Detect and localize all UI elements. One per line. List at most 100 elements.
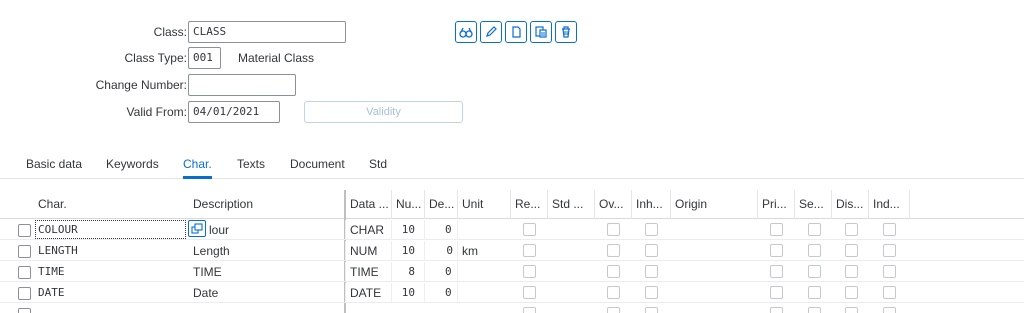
table-row: TIME TIME TIME 8 0	[0, 262, 1024, 282]
cell-char[interactable]: TIME	[34, 262, 188, 282]
cell-unit[interactable]	[457, 283, 510, 303]
chk-inh[interactable]	[645, 286, 658, 299]
chk-dis[interactable]	[845, 244, 858, 257]
tab-texts[interactable]: Texts	[237, 157, 265, 171]
row-selector[interactable]	[18, 245, 31, 258]
cell-data-type[interactable]: NUM	[345, 241, 391, 261]
display-icon	[459, 27, 473, 38]
chk-pri[interactable]	[770, 265, 783, 278]
chk-inh[interactable]	[645, 223, 658, 236]
chk-dis[interactable]	[845, 286, 858, 299]
row-selector[interactable]	[18, 266, 31, 279]
col-pri[interactable]: Pri...	[757, 190, 794, 219]
row-selector[interactable]	[18, 308, 31, 313]
chk-ov[interactable]	[607, 244, 620, 257]
col-unit[interactable]: Unit	[457, 190, 510, 219]
cell-description[interactable]: lour	[189, 220, 344, 240]
chk-re[interactable]	[523, 307, 536, 313]
chk-re[interactable]	[523, 265, 536, 278]
table-row: DATE Date DATE 10 0	[0, 283, 1024, 303]
chk-inh[interactable]	[645, 265, 658, 278]
chk-re[interactable]	[523, 286, 536, 299]
valid-from-field[interactable]: 04/01/2021	[188, 101, 280, 123]
cell-unit[interactable]: km	[457, 241, 510, 261]
chk-ov[interactable]	[607, 286, 620, 299]
chk-inh[interactable]	[645, 244, 658, 257]
chk-se[interactable]	[808, 265, 821, 278]
chk-se[interactable]	[808, 244, 821, 257]
col-re[interactable]: Re...	[510, 190, 547, 219]
row-selector[interactable]	[18, 224, 31, 237]
cell-data-type[interactable]: CHAR	[345, 220, 391, 240]
chk-dis[interactable]	[845, 265, 858, 278]
chk-inh[interactable]	[645, 307, 658, 313]
chk-ov[interactable]	[607, 307, 620, 313]
validity-button[interactable]: Validity	[304, 101, 463, 123]
delete-button[interactable]	[555, 21, 577, 43]
chk-ind[interactable]	[883, 307, 896, 313]
tab-char[interactable]: Char.	[183, 157, 212, 179]
value-help-button[interactable]	[188, 220, 206, 237]
chk-se[interactable]	[808, 286, 821, 299]
chk-ind[interactable]	[883, 286, 896, 299]
cell-data-type[interactable]: DATE	[345, 283, 391, 303]
class-field[interactable]: CLASS	[188, 21, 346, 43]
cell-unit[interactable]	[457, 262, 510, 282]
chk-re[interactable]	[523, 223, 536, 236]
col-ind[interactable]: Ind...	[868, 190, 909, 219]
cell-unit[interactable]	[457, 220, 510, 240]
tab-basic-data[interactable]: Basic data	[26, 157, 82, 171]
cell-num[interactable]: 10	[391, 283, 419, 303]
col-char[interactable]: Char.	[34, 190, 188, 219]
cell-num[interactable]: 10	[391, 241, 419, 261]
cell-char[interactable]: LENGTH	[34, 241, 188, 261]
cell-dec[interactable]: 0	[424, 220, 457, 240]
chk-re[interactable]	[523, 244, 536, 257]
row-selector[interactable]	[18, 287, 31, 300]
col-dec[interactable]: De...	[424, 190, 457, 219]
cell-dec[interactable]: 0	[424, 283, 457, 303]
col-std[interactable]: Std ...	[547, 190, 594, 219]
copy-button[interactable]	[530, 21, 552, 43]
chk-pri[interactable]	[770, 286, 783, 299]
chk-ind[interactable]	[883, 244, 896, 257]
change-number-field[interactable]	[188, 74, 296, 96]
chk-dis[interactable]	[845, 223, 858, 236]
edit-button[interactable]	[480, 21, 502, 43]
tab-document[interactable]: Document	[290, 157, 345, 171]
cell-dec[interactable]: 0	[424, 262, 457, 282]
cell-num[interactable]: 10	[391, 220, 419, 240]
col-dis[interactable]: Dis...	[831, 190, 868, 219]
create-button[interactable]	[505, 21, 527, 43]
chk-pri[interactable]	[770, 307, 783, 313]
col-num[interactable]: Nu...	[391, 190, 424, 219]
chk-se[interactable]	[808, 223, 821, 236]
table-row: LENGTH Length NUM 10 0 km	[0, 241, 1024, 261]
col-se[interactable]: Se...	[794, 190, 831, 219]
chk-ind[interactable]	[883, 265, 896, 278]
col-origin[interactable]: Origin	[670, 190, 757, 219]
chk-pri[interactable]	[770, 223, 783, 236]
cell-description[interactable]: Length	[189, 241, 344, 261]
chk-ov[interactable]	[607, 265, 620, 278]
display-button[interactable]	[455, 21, 477, 43]
chk-ov[interactable]	[607, 223, 620, 236]
cell-dec[interactable]: 0	[424, 241, 457, 261]
chk-dis[interactable]	[845, 307, 858, 313]
tab-keywords[interactable]: Keywords	[106, 157, 159, 171]
col-inh[interactable]: Inh...	[631, 190, 670, 219]
cell-char[interactable]: DATE	[34, 283, 188, 303]
col-data-type[interactable]: Data ...	[345, 190, 390, 219]
tab-std[interactable]: Std	[369, 157, 387, 171]
table-header: Char. Description Data ... Nu... De... U…	[0, 190, 1024, 219]
col-description[interactable]: Description	[189, 190, 344, 219]
chk-se[interactable]	[808, 307, 821, 313]
cell-num[interactable]: 8	[391, 262, 419, 282]
class-type-field[interactable]: 001	[188, 47, 221, 69]
cell-data-type[interactable]: TIME	[345, 262, 391, 282]
cell-description[interactable]: Date	[189, 283, 344, 303]
cell-description[interactable]: TIME	[189, 262, 344, 282]
col-ov[interactable]: Ov...	[594, 190, 631, 219]
chk-ind[interactable]	[883, 223, 896, 236]
chk-pri[interactable]	[770, 244, 783, 257]
